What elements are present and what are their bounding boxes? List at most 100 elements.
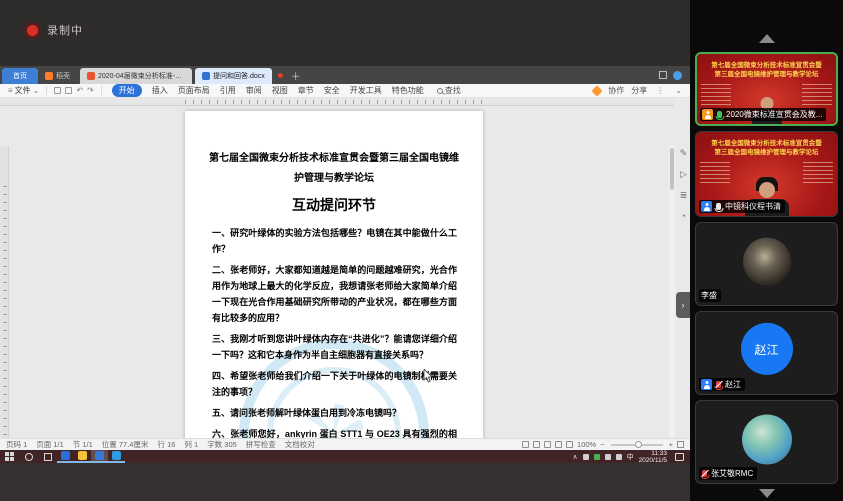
task-view-button[interactable]: [38, 450, 57, 463]
ribbon-tab-developer[interactable]: 开发工具: [350, 85, 382, 96]
mouse-cursor-icon: [423, 369, 433, 383]
ribbon-tab-review[interactable]: 审阅: [246, 85, 262, 96]
share-button[interactable]: 分享: [631, 85, 647, 96]
file-menu[interactable]: 文件: [15, 85, 31, 96]
zoom-slider-knob[interactable]: [635, 441, 642, 448]
participant-tile-3[interactable]: 李盛: [695, 222, 838, 306]
fullscreen-icon[interactable]: [677, 441, 684, 448]
print-icon[interactable]: [65, 87, 72, 94]
taskbar-app-wps[interactable]: [91, 450, 108, 463]
collab-button[interactable]: 协作: [608, 85, 624, 96]
mic-on-icon: [717, 111, 722, 118]
scrollbar-thumb[interactable]: [670, 148, 674, 190]
ribbon-tab-special-features[interactable]: 特色功能: [392, 85, 424, 96]
view-mode-icon[interactable]: [566, 441, 573, 448]
pointer-tool-icon[interactable]: ▷: [680, 169, 687, 180]
participant-avatar: [742, 415, 792, 465]
document-page[interactable]: 第七届全国微束分析技术标准宣贯会暨第三届全国电镜维护管理与教学论坛 互动提问环节…: [185, 111, 483, 438]
status-column: 列 1: [184, 439, 198, 450]
taskbar-app-browser[interactable]: [57, 450, 74, 463]
tab-docx-file[interactable]: 提问和回答.docx: [195, 68, 272, 84]
question-paragraph: 五、请问张老师解叶绿体蛋白用到冷冻电镜吗？: [212, 405, 457, 421]
side-toolbar: ✎ ▷ ≣ ◔: [677, 148, 690, 221]
participant-tile-1[interactable]: 第七届全国微束分析技术标准宣贯会暨 第三届全国电镜维护管理与教学论坛 2020微…: [695, 52, 838, 126]
ribbon-tab-home[interactable]: 开始: [112, 84, 142, 97]
status-bar: 页码 1 页面 1/1 节 1/1 位置 77.4厘米 行 16 列 1 字数 …: [0, 438, 690, 450]
search-icon: [437, 88, 443, 94]
redo-icon[interactable]: ↷: [87, 86, 94, 95]
participant-name-bar: 李盛: [699, 289, 721, 302]
view-mode-icon[interactable]: [533, 441, 540, 448]
undo-icon[interactable]: ↶: [76, 86, 83, 95]
search-circle-icon: [25, 453, 33, 461]
participant-name: 李盛: [701, 290, 717, 301]
tabbar-right-controls: [659, 71, 690, 80]
browser-app-icon: [61, 451, 70, 460]
apps-grid-icon[interactable]: [659, 71, 667, 79]
taskbar-clock[interactable]: 11:33 2020/11/5: [639, 450, 667, 464]
participant-tile-4[interactable]: 赵江 赵江: [695, 311, 838, 395]
nav-expand-tab[interactable]: ›: [676, 292, 690, 318]
zoom-in-button[interactable]: +: [669, 440, 673, 449]
vip-diamond-icon[interactable]: [592, 85, 603, 96]
menu-bar: ≡ 文件 ⌄ ↶ ↷ 开始 插入 页面布局 引用 审阅 视图 章节 安全 开发工…: [0, 84, 690, 98]
proofread-button[interactable]: 文档校对: [285, 439, 315, 450]
participant-tile-5[interactable]: 张艾敬RMC: [695, 400, 838, 484]
ribbon-tab-insert[interactable]: 插入: [152, 85, 168, 96]
question-paragraph: 一、研究叶绿体的实验方法包括哪些？电镜在其中能做什么工作？: [212, 225, 457, 257]
history-tool-icon[interactable]: ◔: [681, 211, 686, 221]
file-menu-chevron-icon[interactable]: ⌄: [33, 86, 40, 95]
spell-check-button[interactable]: 拼写检查: [246, 439, 276, 450]
ime-indicator[interactable]: 中: [627, 452, 634, 462]
tab-ppt-file[interactable]: 2020-04届微束分析标准-电镜.ppt: [80, 68, 192, 84]
participant-name-bar: 赵江: [699, 378, 745, 391]
view-mode-icon[interactable]: [522, 441, 529, 448]
zoom-slider[interactable]: [611, 444, 663, 446]
save-icon[interactable]: [54, 87, 61, 94]
find-button[interactable]: 查找: [437, 85, 461, 96]
notification-center-icon[interactable]: [675, 453, 684, 461]
speaker-head: [759, 182, 775, 198]
start-button[interactable]: [0, 450, 19, 463]
ribbon-tab-security[interactable]: 安全: [324, 85, 340, 96]
collapse-ribbon-icon[interactable]: ⌄: [675, 86, 682, 95]
ribbon-tab-references[interactable]: 引用: [220, 85, 236, 96]
taskbar-app-meeting[interactable]: [108, 450, 125, 463]
question-list: 一、研究叶绿体的实验方法包括哪些？电镜在其中能做什么工作？ 二、张老师好，大家都…: [212, 225, 457, 438]
tray-volume-icon[interactable]: [616, 454, 622, 460]
hamburger-icon[interactable]: ≡: [8, 86, 13, 95]
ribbon-tab-page-layout[interactable]: 页面布局: [178, 85, 210, 96]
new-tab-button[interactable]: ＋: [291, 68, 301, 83]
scroll-up-button[interactable]: [759, 34, 775, 43]
zoom-out-button[interactable]: −: [600, 440, 604, 449]
scroll-down-button[interactable]: [759, 489, 775, 498]
ppt-file-icon: [87, 72, 95, 80]
status-page-count: 页面 1/1: [36, 439, 64, 450]
tab-docer[interactable]: 稻壳: [38, 68, 77, 84]
scrollbar-vertical[interactable]: [669, 146, 675, 438]
view-mode-icon[interactable]: [544, 441, 551, 448]
taskbar-app-file-explorer[interactable]: [74, 450, 91, 463]
tray-expand-icon[interactable]: ∧: [572, 453, 577, 461]
mic-icon: [716, 203, 721, 210]
member-badge-icon: [701, 379, 712, 390]
tab-home[interactable]: 首页: [2, 68, 38, 84]
tray-network-icon[interactable]: [605, 454, 611, 460]
zoom-level[interactable]: 100%: [577, 440, 596, 449]
view-mode-icon[interactable]: [555, 441, 562, 448]
tray-pin-icon[interactable]: [583, 454, 589, 460]
ribbon-tab-view[interactable]: 视图: [272, 85, 288, 96]
participant-name: 张艾敬RMC: [711, 468, 753, 479]
participant-tile-2[interactable]: 第七届全国微束分析技术标准宣贯会暨 第三届全国电镜维护管理与教学论坛 中镜科仪程…: [695, 131, 838, 217]
pen-tool-icon[interactable]: ✎: [680, 148, 688, 159]
divider: [101, 86, 102, 95]
doc-section-title: 互动提问环节: [185, 195, 483, 215]
ribbon-tab-section[interactable]: 章节: [298, 85, 314, 96]
wps-window: 首页 稻壳 2020-04届微束分析标准-电镜.ppt 提问和回答.docx ＋: [0, 66, 690, 450]
more-menu-icon[interactable]: ⋮: [656, 86, 664, 95]
tray-security-icon[interactable]: [594, 454, 600, 460]
outline-tool-icon[interactable]: ≣: [680, 190, 688, 201]
banner-side-text: [803, 162, 833, 186]
user-avatar-icon[interactable]: [673, 71, 682, 80]
search-button[interactable]: [19, 450, 38, 463]
